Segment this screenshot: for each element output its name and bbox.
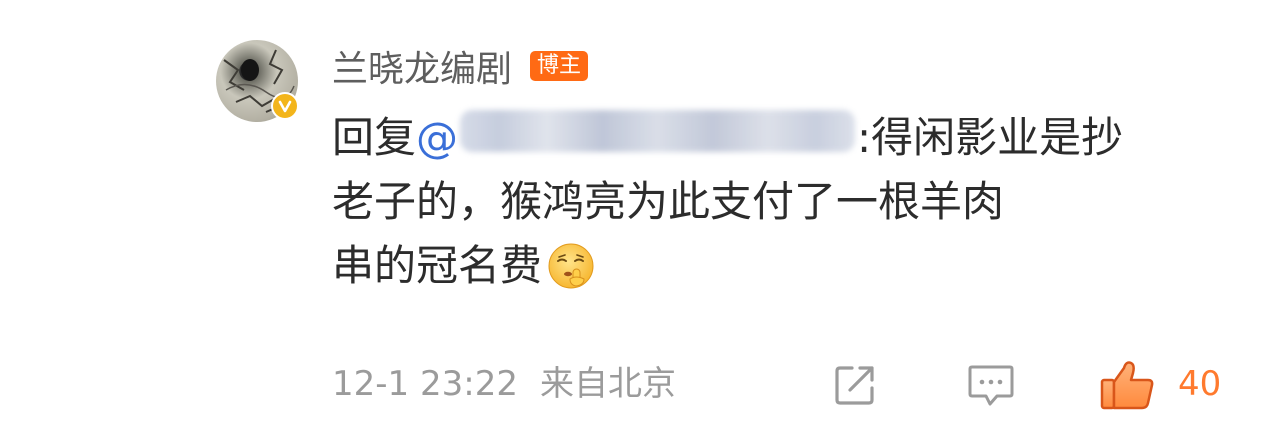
author-badge: 博主 xyxy=(530,51,589,81)
comment-line-3-text: 串的冠名费 xyxy=(332,241,543,290)
comment-time: 12-1 23:22 xyxy=(332,364,518,404)
comment-source: 来自北京 xyxy=(539,364,676,404)
redacted-username xyxy=(460,110,856,152)
mention-at: @ xyxy=(416,113,459,162)
comment-footer: 12-1 23:22 来自北京 40 xyxy=(332,356,1232,412)
mention-link[interactable]: @ xyxy=(416,106,857,170)
share-icon[interactable] xyxy=(832,362,878,412)
comment-line-2-text: 老子的，猴鸿亮为此支付了一根羊肉 xyxy=(332,177,1005,226)
like-count[interactable]: 40 xyxy=(1178,356,1221,412)
shushing-face-icon xyxy=(546,241,596,291)
comment-item: 兰晓龙编剧 博主 回复 @ :得闲影业是抄 老子的，猴鸿亮为此支付了一根羊肉 串的冠… xyxy=(0,0,1264,424)
comment-meta: 12-1 23:22 来自北京 xyxy=(332,356,676,412)
comment-icon[interactable] xyxy=(966,362,1016,414)
comment-line-2: 老子的，猴鸿亮为此支付了一根羊肉 xyxy=(332,170,1232,234)
comment-line-1: 回复 @ :得闲影业是抄 xyxy=(332,106,1232,170)
comment-body: 回复 @ :得闲影业是抄 老子的，猴鸿亮为此支付了一根羊肉 串的冠名费 xyxy=(332,106,1232,298)
verified-badge-icon xyxy=(271,92,299,120)
reply-prefix: 回复 xyxy=(332,113,417,162)
comment-header: 兰晓龙编剧 博主 xyxy=(332,38,589,94)
thumbs-up-icon[interactable] xyxy=(1098,358,1158,416)
author-name[interactable]: 兰晓龙编剧 xyxy=(332,40,512,92)
comment-line-3: 串的冠名费 xyxy=(332,234,1232,298)
comment-line-1-text: :得闲影业是抄 xyxy=(857,113,1124,162)
